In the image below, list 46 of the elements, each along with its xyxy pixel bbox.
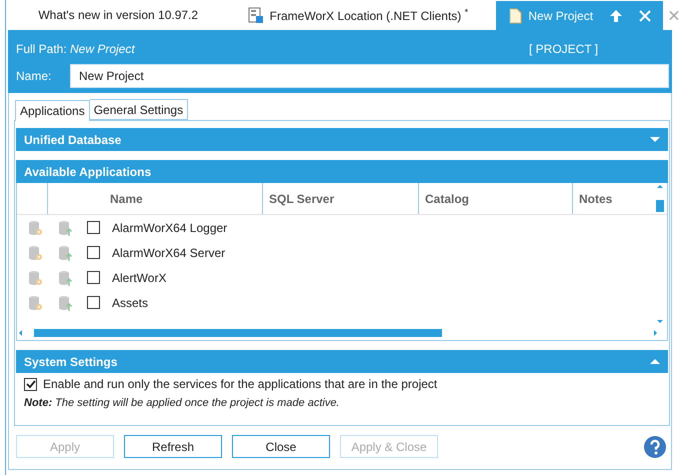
checkbox[interactable] (87, 221, 100, 234)
database-gear-icon (27, 244, 43, 260)
help-icon[interactable] (644, 436, 666, 458)
checkbox[interactable] (87, 296, 100, 309)
database-upload-icon (57, 244, 73, 260)
document-icon (508, 8, 522, 24)
database-gear-icon (27, 220, 43, 236)
database-gear-icon (27, 270, 43, 286)
collapse-icon[interactable] (650, 358, 660, 365)
checkbox[interactable] (87, 246, 100, 259)
section-title: System Settings (24, 354, 118, 368)
section-title: Unified Database (24, 132, 122, 146)
checkbox[interactable] (87, 271, 100, 284)
settings-tab[interactable]: Applications (15, 100, 90, 121)
full-path-value: New Project (70, 42, 136, 56)
database-upload-icon (57, 220, 73, 236)
location-icon (248, 7, 264, 23)
option-label: Enable and run only the services for the applications that are in the project (43, 377, 438, 391)
column-header[interactable]: SQL Server (262, 183, 418, 214)
column-header[interactable]: Catalog (418, 183, 572, 214)
application-name: AlarmWorX64 Server (112, 246, 226, 260)
close-icon[interactable] (669, 10, 679, 20)
expand-icon[interactable] (650, 136, 660, 143)
horizontal-scrollbar[interactable] (17, 326, 660, 340)
section-title: Available Applications (24, 164, 152, 178)
pin-icon[interactable] (609, 8, 624, 22)
application-name: AlarmWorX64 Logger (112, 220, 228, 234)
action-button[interactable]: Refresh (124, 435, 222, 458)
action-button[interactable]: Close (232, 435, 330, 458)
column-header[interactable]: Notes (572, 183, 655, 214)
column-header[interactable]: Name (47, 183, 262, 214)
database-gear-icon (27, 294, 43, 310)
note-text: Note: The setting will be applied once the project is made active. (24, 397, 340, 409)
field-label: Full Path: (16, 42, 68, 56)
vertical-scrollbar[interactable] (654, 183, 667, 326)
field-label: Name: (16, 69, 52, 83)
application-name: AlertWorX (112, 270, 166, 284)
name-field[interactable]: New Project (70, 64, 669, 88)
settings-tab[interactable]: General Settings (90, 99, 188, 120)
application-name: Assets (112, 296, 148, 310)
type-tag: [ PROJECT ] (529, 42, 669, 56)
document-tab[interactable]: FrameWorX Location (.NET Clients) $^{*}$ (227, 0, 496, 30)
database-upload-icon (57, 294, 73, 310)
database-upload-icon (57, 270, 73, 286)
document-tab[interactable]: What's new in version 10.97.2 (9, 0, 228, 30)
checkbox[interactable] (24, 378, 37, 390)
